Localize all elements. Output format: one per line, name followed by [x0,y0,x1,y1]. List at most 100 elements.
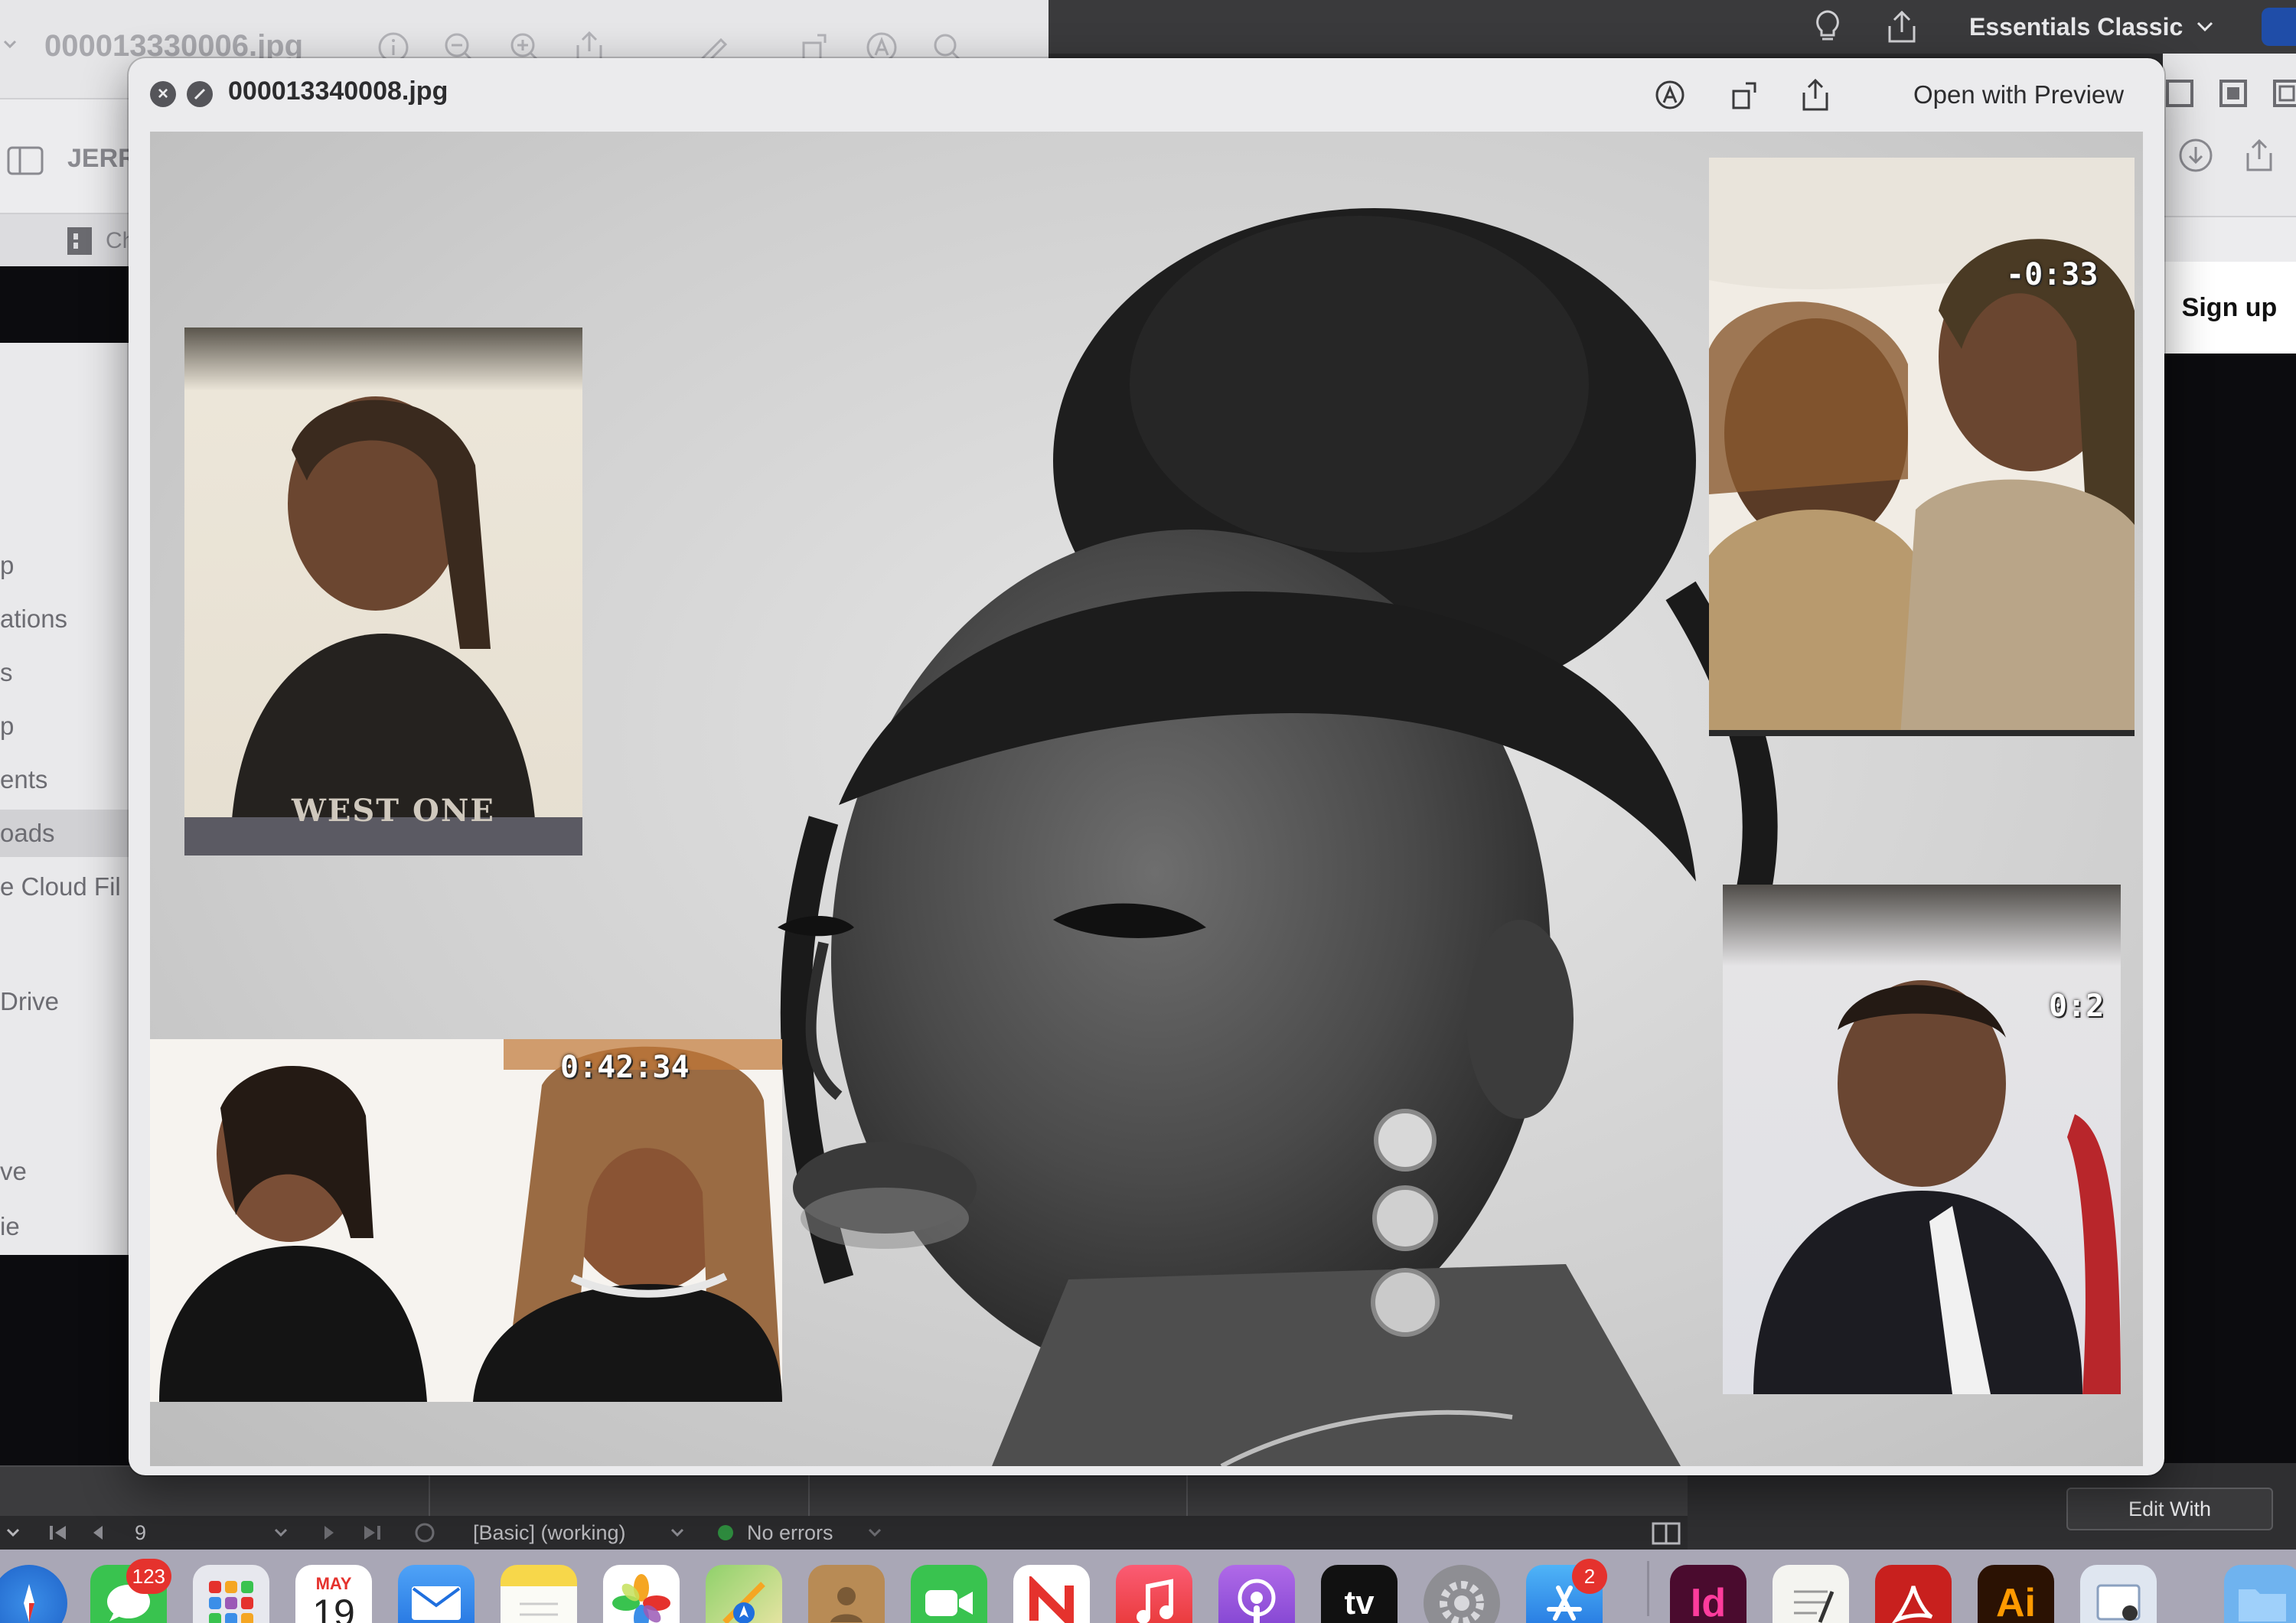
close-icon: × [157,83,168,104]
signup-button[interactable]: Sign up [2163,262,2296,354]
map-icon [722,1582,765,1623]
notes-icon [520,1602,558,1616]
background-tab[interactable]: Ch [0,213,138,266]
dock-preview[interactable] [2080,1565,2157,1623]
chevron-down-icon[interactable] [3,40,17,49]
dock-photos[interactable] [603,1565,680,1623]
acrobat-icon [1892,1586,1933,1623]
hoodie-text: WEST ONE [292,793,495,829]
fullscreen-icon [194,88,206,100]
dock-indesign[interactable]: Id [1670,1565,1746,1623]
dock-maps[interactable] [706,1565,782,1623]
fullscreen-icon[interactable] [2270,77,2296,110]
dock-illustrator[interactable]: Ai [1978,1565,2054,1623]
inset-photo-timecode: 0:42:34 [150,1039,782,1402]
grid-icon [209,1581,253,1623]
notification-badge: 2 [1572,1559,1607,1594]
skip-last-icon[interactable] [361,1524,383,1542]
sidebar-item[interactable]: ations [0,605,67,634]
dock-acrobat[interactable] [1875,1565,1952,1623]
dock-contacts[interactable] [808,1565,885,1623]
error-status: No errors [747,1520,833,1544]
chevron-down-icon[interactable] [6,1528,20,1537]
sidebar-toggle-icon[interactable] [6,145,44,176]
chevron-down-icon[interactable] [274,1528,288,1537]
markup-button[interactable] [1650,75,1690,115]
rotate-icon [1732,82,1756,109]
contacts-icon [830,1587,863,1622]
filmstrip-toolbar: 9 [Basic] (working) No errors [0,1516,1688,1550]
quicklook-titlebar: × 000013340008.jpg Open with Preview [129,58,2164,132]
dock-news[interactable] [1013,1565,1090,1623]
sidebar-item[interactable]: ie [0,1212,20,1241]
chevron-down-icon[interactable] [868,1528,882,1537]
share-icon[interactable] [2244,138,2275,173]
dock-notes[interactable] [501,1565,577,1623]
markup-icon [1655,80,1684,109]
chevron-down-icon[interactable] [670,1528,684,1537]
signup-panel: Sign up [2163,262,2296,1463]
lightbulb-icon[interactable] [1808,8,1847,46]
inset-image [1723,885,2121,1394]
preset-status: [Basic] (working) [473,1520,626,1544]
dock-app-store[interactable]: 2 [1526,1559,1607,1623]
rotate-button[interactable] [1725,75,1765,115]
folder-icon [2239,1589,2286,1621]
dock-mail[interactable] [398,1565,475,1623]
close-button[interactable]: × [150,81,176,107]
textedit-icon [1794,1590,1835,1623]
share-button[interactable] [1795,75,1835,115]
notification-badge: 123 [126,1559,171,1594]
dock-textedit[interactable] [1773,1565,1849,1623]
sidebar-item[interactable]: s [0,658,13,687]
download-icon[interactable] [2178,138,2213,173]
dock-separator [1647,1561,1649,1616]
podcast-icon [1238,1579,1276,1623]
open-with-preview-button[interactable]: Open with Preview [1906,73,2131,116]
workspace-switcher[interactable]: Essentials Classic [1969,11,2213,43]
quicklook-title: 000013340008.jpg [228,77,448,106]
skip-first-icon[interactable] [47,1524,69,1542]
preview-icon [2096,1584,2141,1621]
next-icon[interactable] [321,1524,337,1542]
background-dark-band [0,266,138,343]
inset-image [150,1039,782,1402]
dock-calendar[interactable]: MAY 19 [295,1565,372,1623]
compass-icon [24,1584,34,1622]
crop-icon[interactable] [2163,77,2197,110]
edit-with-button[interactable]: Edit With [2066,1488,2273,1530]
frame-icon[interactable] [2216,77,2250,110]
share-icon [1802,78,1828,111]
sidebar-item[interactable]: e Cloud Fil [0,872,121,901]
sync-icon[interactable] [413,1522,436,1543]
search-button[interactable] [2262,8,2296,46]
photos-icon [612,1574,670,1623]
sidebar-item[interactable]: ve [0,1157,27,1186]
sidebar-item[interactable]: p [0,551,14,580]
gear-icon [1440,1581,1484,1623]
inset-photo-hoodie: WEST ONE [184,328,582,855]
dock-facetime[interactable] [911,1565,987,1623]
share-icon[interactable] [1883,8,1921,46]
dock-tv[interactable]: tv [1321,1565,1397,1623]
sidebar-item-active[interactable]: oads [0,810,138,857]
music-note-icon [1137,1579,1173,1623]
timecode-label: -0:33 [2006,257,2099,292]
sidebar-item[interactable]: ents [0,765,47,794]
dock-folder[interactable] [2224,1565,2296,1623]
sidebar-item[interactable]: p [0,712,14,741]
dock-podcasts[interactable] [1218,1565,1295,1623]
sidebar-item[interactable]: Drive [0,987,59,1016]
panel-toggle-icon[interactable] [1652,1522,1681,1545]
dock-launchpad[interactable] [193,1565,269,1623]
fullscreen-button[interactable] [187,81,213,107]
background-sidebar: p ations s p ents oads e Cloud Fil Drive… [0,343,138,1255]
dock-music[interactable] [1116,1565,1192,1623]
preview-image: WEST ONE -0:33 0:42:34 0:2 [150,132,2143,1466]
inset-image [1709,158,2135,736]
inset-image [184,328,582,855]
inset-photo-smiling: 0:2 [1723,885,2121,1394]
apple-tv-label: tv [1344,1584,1375,1621]
dock-messages[interactable]: 123 [90,1559,171,1623]
previous-icon[interactable] [90,1524,106,1542]
